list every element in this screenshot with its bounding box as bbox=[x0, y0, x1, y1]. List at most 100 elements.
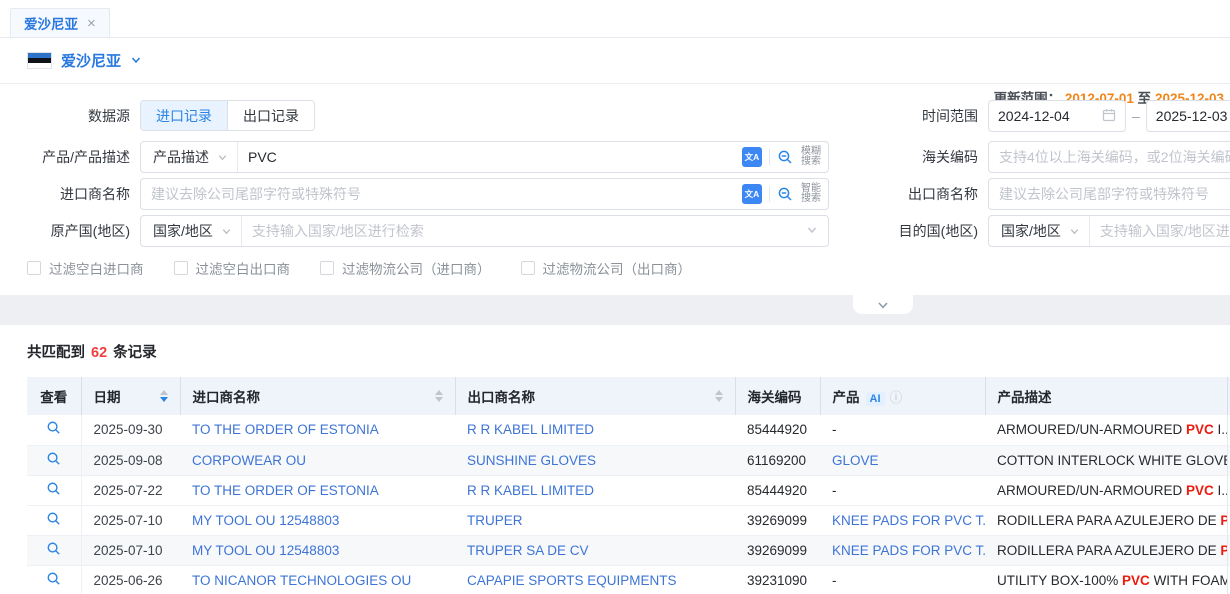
hs-code-label: 海关编码 bbox=[892, 147, 988, 167]
hs-code-box bbox=[988, 141, 1230, 173]
chevron-down-icon[interactable] bbox=[130, 53, 142, 69]
product-cell: GLOVE bbox=[820, 445, 985, 475]
importer-link[interactable]: TO NICANOR TECHNOLOGIES OU bbox=[192, 573, 411, 588]
destination-country-input[interactable] bbox=[1090, 223, 1230, 239]
chevron-down-icon bbox=[1069, 226, 1080, 237]
collapse-panel-button[interactable] bbox=[853, 295, 913, 314]
date-cell: 2025-09-08 bbox=[81, 445, 180, 475]
smart-search-icon[interactable] bbox=[777, 186, 794, 203]
product-link[interactable]: KNEE PADS FOR PVC T... bbox=[832, 543, 985, 558]
origin-country-input[interactable] bbox=[242, 223, 806, 239]
checkbox-icon[interactable] bbox=[27, 261, 41, 275]
exporter-search-input[interactable] bbox=[989, 186, 1230, 202]
product-type-selected: 产品描述 bbox=[153, 147, 209, 167]
importer-search-input[interactable] bbox=[141, 186, 742, 202]
importer-link[interactable]: MY TOOL OU 12548803 bbox=[192, 543, 339, 558]
importer-link[interactable]: CORPOWEAR OU bbox=[192, 453, 306, 468]
exporter-link[interactable]: R R KABEL LIMITED bbox=[467, 483, 594, 498]
destination-country-label: 目的国(地区) bbox=[892, 221, 988, 241]
product-cell: - bbox=[820, 415, 985, 445]
product-label: 产品/产品描述 bbox=[0, 147, 140, 167]
results-section: 共匹配到 62 条记录 查看 日期 进口商名称 出口商名称 bbox=[0, 325, 1230, 594]
destination-type-selected: 国家/地区 bbox=[1001, 221, 1061, 241]
date-cell: 2025-09-30 bbox=[81, 415, 180, 445]
product-search-input[interactable] bbox=[238, 149, 742, 165]
importer-link[interactable]: TO THE ORDER OF ESTONIA bbox=[192, 422, 379, 437]
header-importer[interactable]: 进口商名称 bbox=[180, 377, 455, 415]
fuzzy-search-label[interactable]: 模糊搜索 bbox=[801, 147, 821, 168]
view-record-icon[interactable] bbox=[46, 511, 62, 527]
sort-importer-control[interactable] bbox=[435, 390, 443, 402]
view-record-icon[interactable] bbox=[46, 481, 62, 497]
results-count: 62 bbox=[91, 345, 107, 361]
sort-date-control[interactable] bbox=[160, 390, 168, 402]
fuzzy-search-icon[interactable] bbox=[777, 149, 794, 166]
header-exporter[interactable]: 出口商名称 bbox=[455, 377, 735, 415]
toggle-import-records[interactable]: 进口记录 bbox=[141, 101, 227, 130]
results-summary: 共匹配到 62 条记录 bbox=[27, 341, 1230, 362]
product-link[interactable]: GLOVE bbox=[832, 453, 879, 468]
table-row: 2025-06-26 TO NICANOR TECHNOLOGIES OU CA… bbox=[27, 565, 1230, 594]
exporter-search-box bbox=[988, 178, 1230, 210]
checkbox-icon[interactable] bbox=[174, 261, 188, 275]
origin-country-box: 国家/地区 bbox=[140, 215, 829, 247]
smart-search-label[interactable]: 智能搜索 bbox=[801, 184, 821, 205]
filter-panel: 更新范围： 2012-07-01 至 2025-12-03 数据源 进口记录 出… bbox=[0, 84, 1230, 295]
table-row: 2025-07-10 MY TOOL OU 12548803 TRUPER SA… bbox=[27, 535, 1230, 565]
date-range-separator: – bbox=[1126, 108, 1146, 124]
time-range-end-input[interactable]: 2025-12-03 bbox=[1146, 100, 1230, 132]
view-record-icon[interactable] bbox=[46, 541, 62, 557]
checkbox-filter-blank-importer[interactable]: 过滤空白进口商 bbox=[27, 258, 144, 278]
checkbox-icon[interactable] bbox=[521, 261, 535, 275]
sort-exporter-control[interactable] bbox=[715, 390, 723, 402]
hs-code-cell: 61169200 bbox=[735, 445, 820, 475]
product-cell: - bbox=[820, 565, 985, 594]
time-range-label: 时间范围 bbox=[892, 106, 988, 126]
header-date[interactable]: 日期 bbox=[81, 377, 180, 415]
summary-suffix: 条记录 bbox=[113, 341, 157, 362]
view-record-icon[interactable] bbox=[46, 571, 62, 587]
hs-code-input[interactable] bbox=[989, 149, 1230, 165]
results-table: 查看 日期 进口商名称 出口商名称 海关编码 产品A bbox=[27, 377, 1230, 594]
checkbox-icon[interactable] bbox=[320, 261, 334, 275]
header-product-desc: 产品描述 bbox=[985, 377, 1227, 415]
exporter-link[interactable]: TRUPER bbox=[467, 513, 523, 528]
exporter-link[interactable]: R R KABEL LIMITED bbox=[467, 422, 594, 437]
hs-code-cell: 85444920 bbox=[735, 415, 820, 445]
data-source-label: 数据源 bbox=[0, 106, 140, 126]
tab-close-icon[interactable]: × bbox=[87, 16, 96, 31]
origin-type-select[interactable]: 国家/地区 bbox=[141, 216, 242, 246]
importer-link[interactable]: MY TOOL OU 12548803 bbox=[192, 513, 339, 528]
tab-bar: 爱沙尼亚 × bbox=[0, 0, 1230, 38]
checkbox-filter-blank-exporter[interactable]: 过滤空白出口商 bbox=[174, 258, 291, 278]
product-link[interactable]: KNEE PADS FOR PVC T... bbox=[832, 513, 985, 528]
exporter-link[interactable]: SUNSHINE GLOVES bbox=[467, 453, 596, 468]
hs-code-cell: 39269099 bbox=[735, 505, 820, 535]
checkbox-filter-logistics-exporter[interactable]: 过滤物流公司（出口商） bbox=[521, 258, 692, 278]
translate-icon[interactable]: 文A bbox=[742, 147, 762, 167]
destination-type-select[interactable]: 国家/地区 bbox=[989, 216, 1090, 246]
chevron-down-icon[interactable] bbox=[806, 223, 828, 239]
time-range-start-input[interactable]: 2024-12-04 bbox=[988, 100, 1126, 132]
importer-link[interactable]: TO THE ORDER OF ESTONIA bbox=[192, 483, 379, 498]
exporter-link[interactable]: TRUPER SA DE CV bbox=[467, 543, 589, 558]
summary-prefix: 共匹配到 bbox=[27, 341, 85, 362]
view-record-icon[interactable] bbox=[46, 451, 62, 467]
view-record-icon[interactable] bbox=[46, 420, 62, 436]
info-icon[interactable]: ⓘ bbox=[890, 390, 903, 405]
page-title[interactable]: 爱沙尼亚 bbox=[61, 50, 121, 71]
hs-code-cell: 39231090 bbox=[735, 565, 820, 594]
translate-icon[interactable]: 文A bbox=[742, 184, 762, 204]
origin-country-label: 原产国(地区) bbox=[0, 221, 140, 241]
header-hs-code: 海关编码 bbox=[735, 377, 820, 415]
tab-estonia[interactable]: 爱沙尼亚 × bbox=[10, 8, 110, 37]
date-cell: 2025-07-10 bbox=[81, 505, 180, 535]
date-cell: 2025-06-26 bbox=[81, 565, 180, 594]
checkbox-filter-logistics-importer[interactable]: 过滤物流公司（进口商） bbox=[320, 258, 491, 278]
toggle-export-records[interactable]: 出口记录 bbox=[227, 101, 314, 130]
exporter-link[interactable]: CAPAPIE SPORTS EQUIPMENTS bbox=[467, 573, 677, 588]
product-type-select[interactable]: 产品描述 bbox=[141, 142, 238, 172]
hs-code-cell: 85444920 bbox=[735, 475, 820, 505]
hs-code-cell: 39269099 bbox=[735, 535, 820, 565]
table-row: 2025-07-22 TO THE ORDER OF ESTONIA R R K… bbox=[27, 475, 1230, 505]
